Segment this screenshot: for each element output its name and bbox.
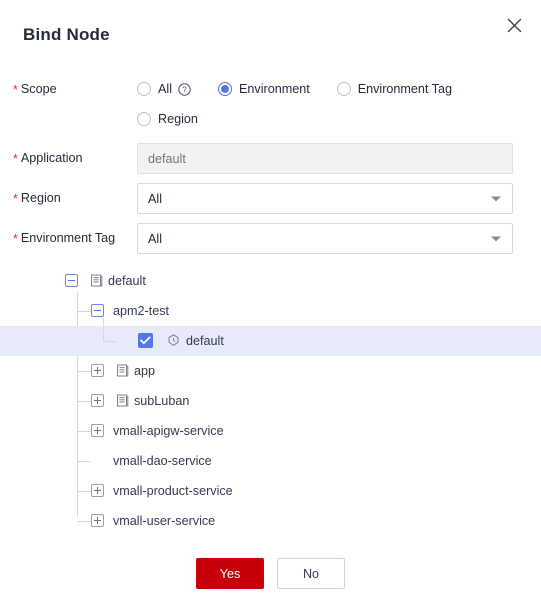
tree-node-label: vmall-user-service bbox=[113, 514, 216, 528]
tree-node-label: vmall-apigw-service bbox=[113, 424, 224, 438]
tree-row[interactable]: vmall-dao-service bbox=[0, 446, 541, 476]
tree-node-label: default bbox=[108, 274, 146, 288]
tree-branch-line bbox=[77, 401, 91, 402]
radio-scope-environment[interactable]: Environment bbox=[218, 74, 310, 104]
environment-tag-select-value: All bbox=[148, 231, 162, 246]
tree-node: apm2-test bbox=[0, 296, 541, 326]
document-icon bbox=[116, 394, 129, 407]
tree-toggle-expand-icon[interactable] bbox=[91, 364, 104, 377]
tree-node-label: default bbox=[186, 334, 224, 348]
dialog-footer: Yes No bbox=[0, 558, 541, 589]
radio-spacer bbox=[316, 89, 337, 90]
svg-text:?: ? bbox=[182, 85, 187, 94]
scope-options: All ? Environment Environment Tag Region bbox=[137, 74, 513, 134]
radio-scope-environment-tag[interactable]: Environment Tag bbox=[336, 74, 452, 104]
node-tree: default apm2-test default app subLuban v… bbox=[0, 266, 541, 536]
application-input[interactable] bbox=[137, 143, 513, 174]
confirm-button[interactable]: Yes bbox=[196, 558, 264, 589]
tree-toggle-expand-icon[interactable] bbox=[91, 394, 104, 407]
radio-circle-icon bbox=[137, 82, 151, 96]
tree-node: app bbox=[0, 356, 541, 386]
tree-node-label: subLuban bbox=[134, 394, 190, 408]
tree-toggle-expand-icon[interactable] bbox=[91, 514, 104, 527]
radio-circle-icon bbox=[218, 82, 232, 96]
region-label: * Region bbox=[13, 191, 61, 206]
close-icon bbox=[507, 18, 522, 33]
tree-row-selected[interactable]: default bbox=[0, 318, 541, 356]
tree-branch-line bbox=[77, 371, 91, 372]
close-button[interactable] bbox=[501, 12, 527, 38]
bind-node-dialog: Bind Node * Scope All ? Environment Envi… bbox=[0, 0, 541, 607]
tree-node: vmall-dao-service bbox=[0, 446, 541, 476]
tree-branch-line bbox=[77, 461, 91, 462]
hexagon-icon bbox=[167, 334, 180, 347]
tree-branch-line bbox=[77, 431, 91, 432]
region-field-wrap: All bbox=[137, 183, 513, 214]
scope-label: * Scope bbox=[13, 82, 57, 97]
tree-node-label: vmall-product-service bbox=[113, 484, 233, 498]
scope-options-row-1: All ? Environment Environment Tag bbox=[137, 74, 513, 104]
application-label: * Application bbox=[13, 151, 83, 166]
page-title: Bind Node bbox=[23, 25, 110, 44]
radio-spacer bbox=[197, 89, 218, 90]
environment-tag-field-wrap: All bbox=[137, 223, 513, 254]
tree-row[interactable]: subLuban bbox=[0, 386, 541, 416]
required-mark: * bbox=[13, 192, 18, 206]
document-icon bbox=[116, 364, 129, 377]
chevron-down-icon bbox=[491, 196, 501, 201]
tree-toggle-collapse-icon[interactable] bbox=[91, 304, 104, 317]
region-row: * Region All bbox=[0, 183, 541, 214]
application-row: * Application bbox=[0, 143, 541, 174]
tree-node: vmall-product-service bbox=[0, 476, 541, 506]
required-mark: * bbox=[13, 83, 18, 97]
tree-row[interactable]: vmall-apigw-service bbox=[0, 416, 541, 446]
chevron-down-icon bbox=[491, 236, 501, 241]
tree-toggle-collapse-icon[interactable] bbox=[65, 274, 78, 287]
region-select[interactable]: All bbox=[137, 183, 513, 214]
required-mark: * bbox=[13, 232, 18, 246]
tree-node: vmall-user-service bbox=[0, 506, 541, 536]
environment-tag-select[interactable]: All bbox=[137, 223, 513, 254]
tree-node: default bbox=[0, 318, 541, 356]
help-circle-icon[interactable]: ? bbox=[178, 82, 191, 96]
tree-branch-line bbox=[77, 491, 91, 492]
tree-row[interactable]: app bbox=[0, 356, 541, 386]
tree-node-label: app bbox=[134, 364, 156, 378]
radio-scope-all[interactable]: All ? bbox=[137, 74, 191, 104]
tree-row[interactable]: vmall-user-service bbox=[0, 506, 541, 536]
application-field-wrap bbox=[137, 143, 513, 174]
tree-row[interactable]: vmall-product-service bbox=[0, 476, 541, 506]
radio-scope-region[interactable]: Region bbox=[137, 104, 198, 134]
scope-row: * Scope All ? Environment Environment Ta… bbox=[0, 74, 541, 134]
tree-branch-line bbox=[103, 341, 116, 342]
tree-toggle-expand-icon[interactable] bbox=[91, 484, 104, 497]
tree-branch-line bbox=[77, 311, 91, 312]
scope-options-row-2: Region bbox=[137, 104, 513, 134]
tree-node: default bbox=[0, 266, 541, 296]
tree-node: subLuban bbox=[0, 386, 541, 416]
cancel-button[interactable]: No bbox=[277, 558, 345, 589]
tree-node-label: vmall-dao-service bbox=[113, 454, 212, 468]
tree-row[interactable]: apm2-test bbox=[0, 296, 541, 326]
tree-branch-line bbox=[103, 318, 104, 341]
radio-circle-icon bbox=[336, 82, 351, 96]
tree-toggle-expand-icon[interactable] bbox=[91, 424, 104, 437]
region-select-value: All bbox=[148, 191, 162, 206]
document-icon bbox=[90, 274, 103, 287]
tree-node-checkbox[interactable] bbox=[138, 333, 153, 348]
tree-branch-line bbox=[77, 521, 91, 522]
required-mark: * bbox=[13, 152, 18, 166]
tree-row[interactable]: default bbox=[0, 266, 541, 296]
environment-tag-label: * Environment Tag bbox=[13, 231, 116, 246]
tree-node-label: apm2-test bbox=[113, 304, 169, 318]
radio-circle-icon bbox=[137, 112, 151, 126]
tree-node: vmall-apigw-service bbox=[0, 416, 541, 446]
environment-tag-row: * Environment Tag All bbox=[0, 223, 541, 254]
